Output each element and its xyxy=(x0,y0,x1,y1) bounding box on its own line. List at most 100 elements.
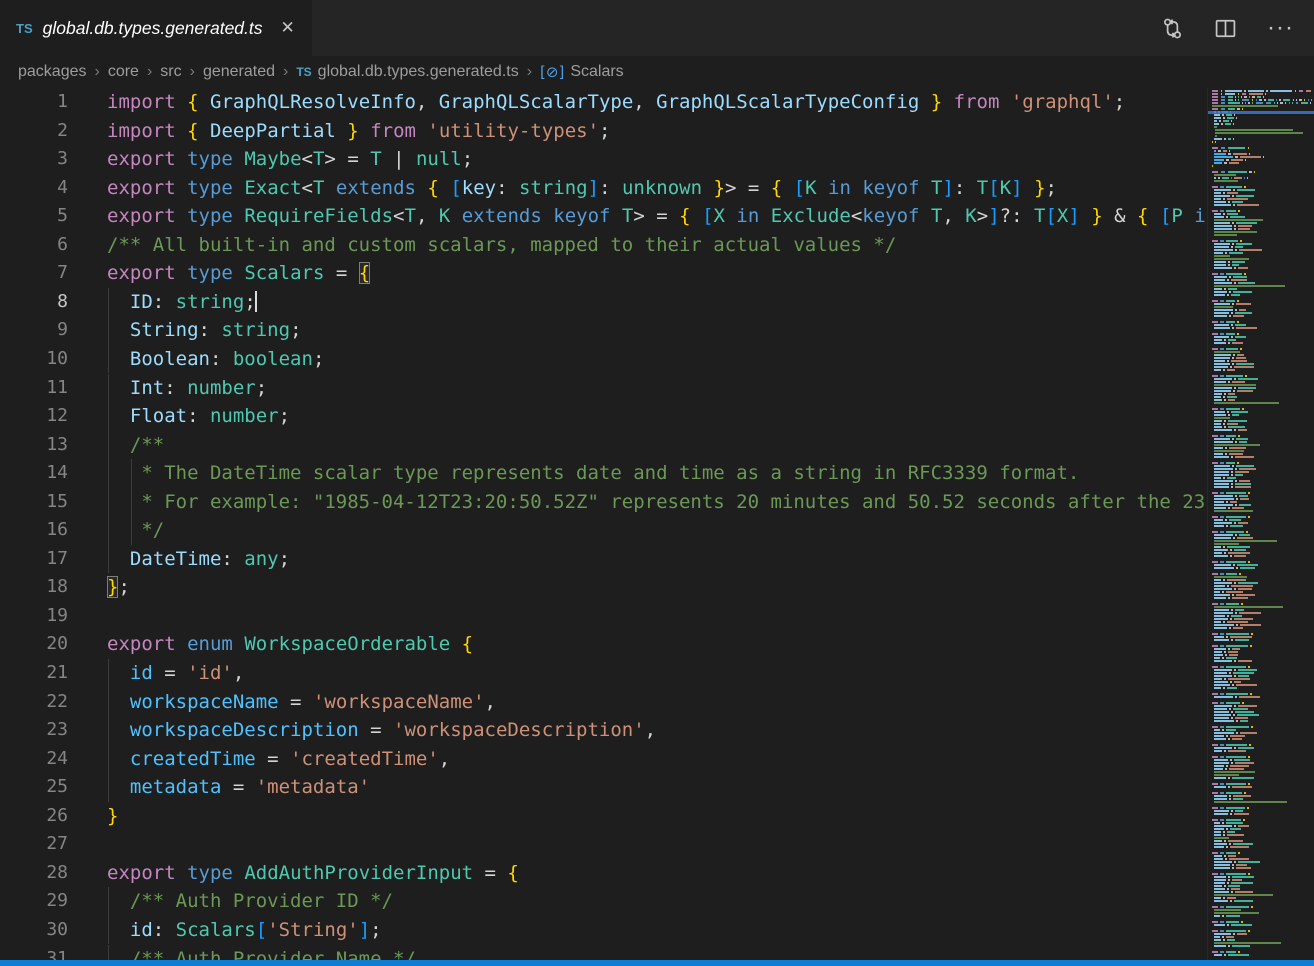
minimap-row xyxy=(1212,546,1314,548)
breadcrumb-item-core[interactable]: core xyxy=(108,63,139,81)
minimap-row xyxy=(1212,588,1314,590)
minimap[interactable] xyxy=(1207,88,1314,961)
minimap-row xyxy=(1212,147,1314,149)
more-actions-icon[interactable]: ··· xyxy=(1267,23,1294,33)
minimap-row xyxy=(1212,480,1314,482)
minimap-row xyxy=(1212,801,1314,803)
minimap-row xyxy=(1212,621,1314,623)
minimap-row xyxy=(1212,942,1314,944)
minimap-row xyxy=(1212,129,1314,131)
code-line-20[interactable]: 20 export enum WorkspaceOrderable { xyxy=(0,630,1207,659)
minimap-row xyxy=(1212,117,1314,119)
line-number: 26 xyxy=(0,802,68,831)
code-line-19[interactable]: 19 xyxy=(0,602,1207,631)
minimap-row xyxy=(1212,840,1314,842)
line-number: 11 xyxy=(0,374,68,403)
line-number: 18 xyxy=(0,573,68,602)
code-line-17[interactable]: 17 DateTime: any; xyxy=(0,545,1207,574)
code-line-12[interactable]: 12 Float: number; xyxy=(0,402,1207,431)
line-number: 20 xyxy=(0,630,68,659)
minimap-row xyxy=(1212,447,1314,449)
minimap-row xyxy=(1212,183,1314,185)
code-line-21[interactable]: 21 id = 'id', xyxy=(0,659,1207,688)
typescript-file-icon: TS xyxy=(16,21,33,36)
code-line-27[interactable]: 27 xyxy=(0,830,1207,859)
breadcrumb-item-src[interactable]: src xyxy=(160,63,181,81)
minimap-row xyxy=(1212,735,1314,737)
code-text: String: string; xyxy=(107,316,302,345)
code-line-11[interactable]: 11 Int: number; xyxy=(0,374,1207,403)
code-line-31[interactable]: 31 /** Auth Provider Name */ xyxy=(0,945,1207,962)
minimap-row xyxy=(1212,249,1314,251)
code-line-29[interactable]: 29 /** Auth Provider ID */ xyxy=(0,887,1207,916)
minimap-row xyxy=(1212,522,1314,524)
line-number: 12 xyxy=(0,402,68,431)
code-line-15[interactable]: 15 * For example: "1985-04-12T23:20:50.5… xyxy=(0,488,1207,517)
minimap-row xyxy=(1212,780,1314,782)
code-line-1[interactable]: 1import { GraphQLResolveInfo, GraphQLSca… xyxy=(0,88,1207,117)
code-line-22[interactable]: 22 workspaceName = 'workspaceName', xyxy=(0,688,1207,717)
code-line-2[interactable]: 2import { DeepPartial } from 'utility-ty… xyxy=(0,117,1207,146)
code-line-5[interactable]: 5export type RequireFields<T, K extends … xyxy=(0,202,1207,231)
minimap-row xyxy=(1212,582,1314,584)
line-number: 19 xyxy=(0,602,68,631)
minimap-row xyxy=(1212,630,1314,632)
minimap-row xyxy=(1212,423,1314,425)
split-editor-icon[interactable] xyxy=(1214,17,1237,40)
minimap-row xyxy=(1212,525,1314,527)
symbol-type-icon: [⊘] xyxy=(540,63,564,81)
minimap-row xyxy=(1212,552,1314,554)
line-number: 16 xyxy=(0,516,68,545)
minimap-row xyxy=(1212,678,1314,680)
code-line-23[interactable]: 23 workspaceDescription = 'workspaceDesc… xyxy=(0,716,1207,745)
breadcrumb-item-packages[interactable]: packages xyxy=(18,63,87,81)
breadcrumb-item-generated[interactable]: generated xyxy=(203,63,275,81)
code-editor[interactable]: 1import { GraphQLResolveInfo, GraphQLSca… xyxy=(0,88,1207,961)
breadcrumb-label: global.db.types.generated.ts xyxy=(318,63,519,81)
code-line-30[interactable]: 30 id: Scalars['String']; xyxy=(0,916,1207,945)
code-line-3[interactable]: 3export type Maybe<T> = T | null; xyxy=(0,145,1207,174)
breadcrumb-item-global-db-types-generated-ts[interactable]: TSglobal.db.types.generated.ts xyxy=(296,63,518,81)
minimap-row xyxy=(1212,390,1314,392)
minimap-row xyxy=(1212,888,1314,890)
chevron-right-icon: › xyxy=(190,63,195,81)
code-line-8[interactable]: 8 ID: string; xyxy=(0,288,1207,317)
code-line-6[interactable]: 6/** All built-in and custom scalars, ma… xyxy=(0,231,1207,260)
tab-global-db-types-generated-ts[interactable]: TS global.db.types.generated.ts ✕ xyxy=(0,0,312,56)
line-number: 23 xyxy=(0,716,68,745)
minimap-row xyxy=(1212,516,1314,518)
minimap-row xyxy=(1212,528,1314,530)
code-line-10[interactable]: 10 Boolean: boolean; xyxy=(0,345,1207,374)
line-number: 1 xyxy=(0,88,68,117)
minimap-row xyxy=(1212,144,1314,146)
code-line-7[interactable]: 7export type Scalars = { xyxy=(0,259,1207,288)
minimap-row xyxy=(1212,741,1314,743)
minimap-row xyxy=(1212,243,1314,245)
open-changes-icon[interactable] xyxy=(1161,17,1184,40)
code-line-13[interactable]: 13 /** xyxy=(0,431,1207,460)
minimap-row xyxy=(1212,624,1314,626)
minimap-row xyxy=(1212,225,1314,227)
code-line-24[interactable]: 24 createdTime = 'createdTime', xyxy=(0,745,1207,774)
code-line-18[interactable]: 18}; xyxy=(0,573,1207,602)
code-line-4[interactable]: 4export type Exact<T extends { [key: str… xyxy=(0,174,1207,203)
line-number: 9 xyxy=(0,316,68,345)
minimap-row xyxy=(1212,441,1314,443)
code-text: /** xyxy=(107,431,164,460)
code-line-16[interactable]: 16 */ xyxy=(0,516,1207,545)
minimap-row xyxy=(1212,363,1314,365)
code-line-9[interactable]: 9 String: string; xyxy=(0,316,1207,345)
minimap-row xyxy=(1212,255,1314,257)
minimap-row xyxy=(1212,276,1314,278)
code-text: export enum WorkspaceOrderable { xyxy=(107,630,473,659)
minimap-row xyxy=(1212,813,1314,815)
close-icon[interactable]: ✕ xyxy=(281,18,295,38)
code-line-25[interactable]: 25 metadata = 'metadata' xyxy=(0,773,1207,802)
code-line-26[interactable]: 26} xyxy=(0,802,1207,831)
breadcrumb-item-scalars[interactable]: [⊘]Scalars xyxy=(540,63,624,81)
code-line-14[interactable]: 14 * The DateTime scalar type represents… xyxy=(0,459,1207,488)
minimap-row xyxy=(1212,171,1314,173)
breadcrumb-label: core xyxy=(108,63,139,81)
minimap-row xyxy=(1212,303,1314,305)
code-line-28[interactable]: 28export type AddAuthProviderInput = { xyxy=(0,859,1207,888)
